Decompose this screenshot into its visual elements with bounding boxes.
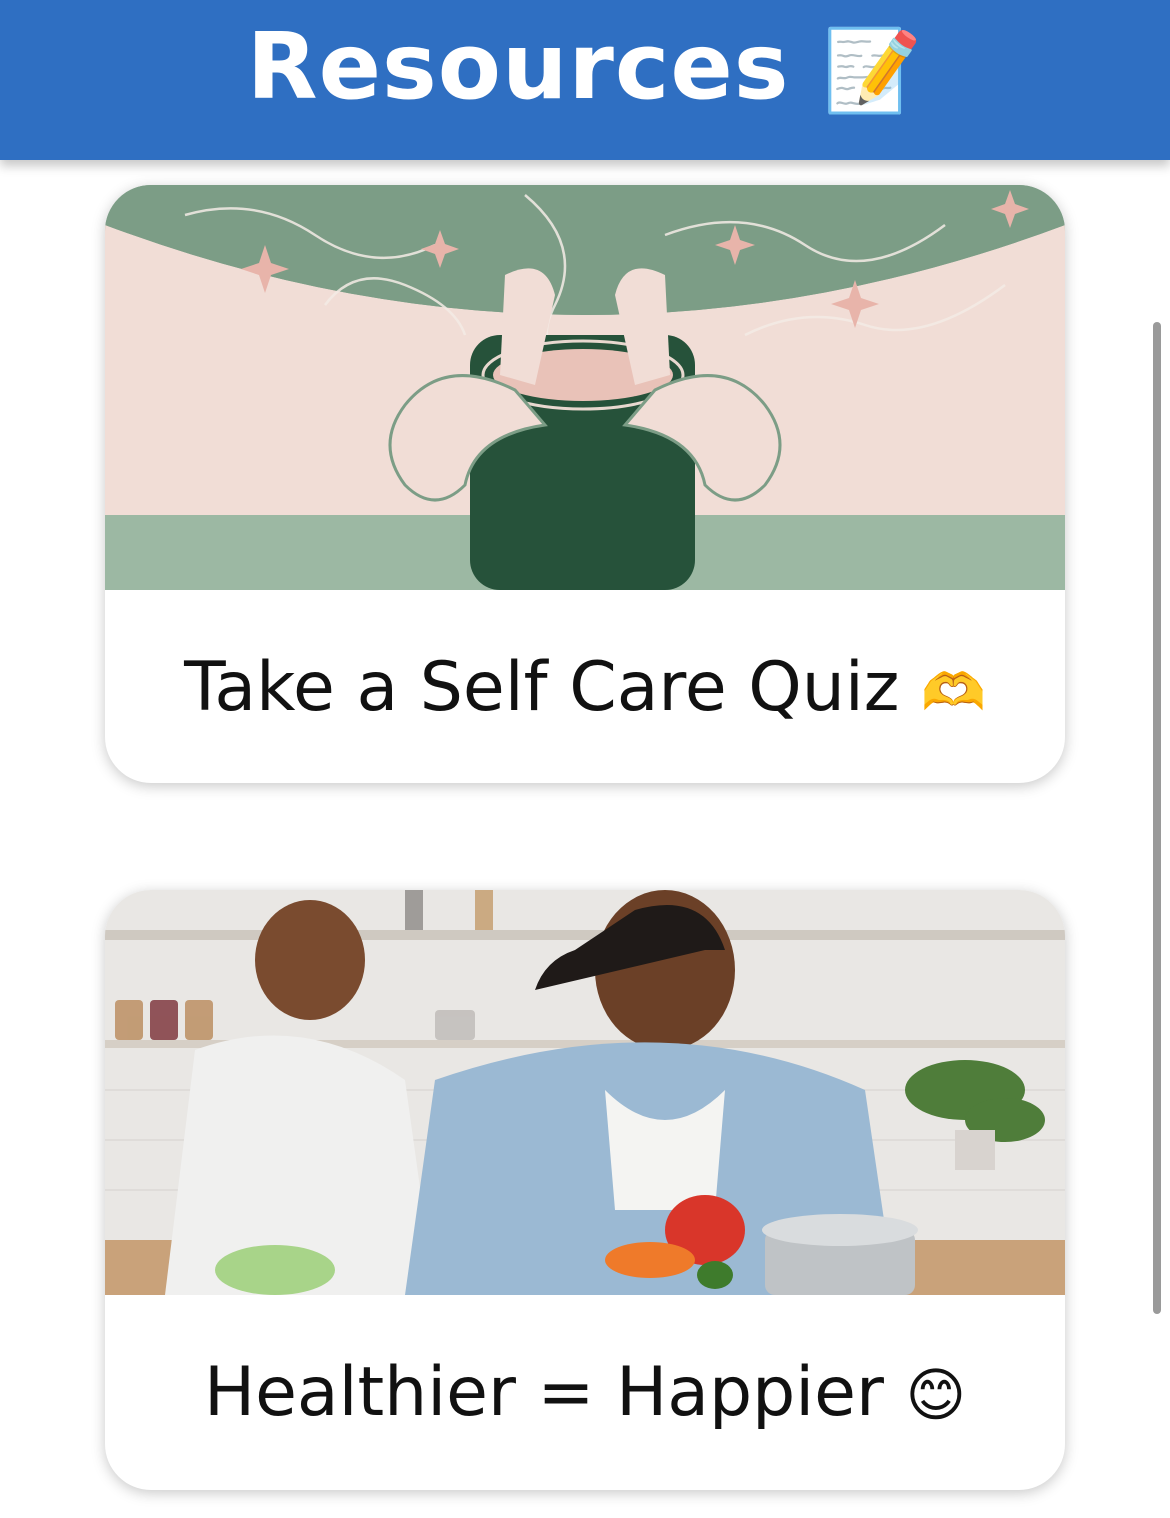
resource-card-self-care-quiz[interactable]: Take a Self Care Quiz 🫶 — [105, 185, 1065, 783]
resource-card-healthier-happier[interactable]: Healthier = Happier 😊 — [105, 890, 1065, 1490]
top-header-bar: Resources 📝 — [0, 0, 1170, 160]
page-title-text: Resources — [246, 13, 790, 120]
heart-hands-icon: 🫶 — [921, 663, 986, 723]
card-title: Healthier = Happier 😊 — [105, 1353, 1065, 1432]
memo-icon: 📝 — [822, 24, 924, 117]
smiling-face-icon: 😊 — [905, 1361, 967, 1429]
card-title-text: Take a Self Care Quiz — [184, 648, 900, 727]
card-title: Take a Self Care Quiz 🫶 — [105, 648, 1065, 727]
scrollbar[interactable] — [1153, 322, 1161, 1314]
hands-holding-mug-illustration — [105, 185, 1065, 590]
card-title-text: Healthier = Happier — [203, 1353, 884, 1432]
kitchen-family-photo — [105, 890, 1065, 1295]
page-title: Resources 📝 — [0, 12, 1170, 126]
